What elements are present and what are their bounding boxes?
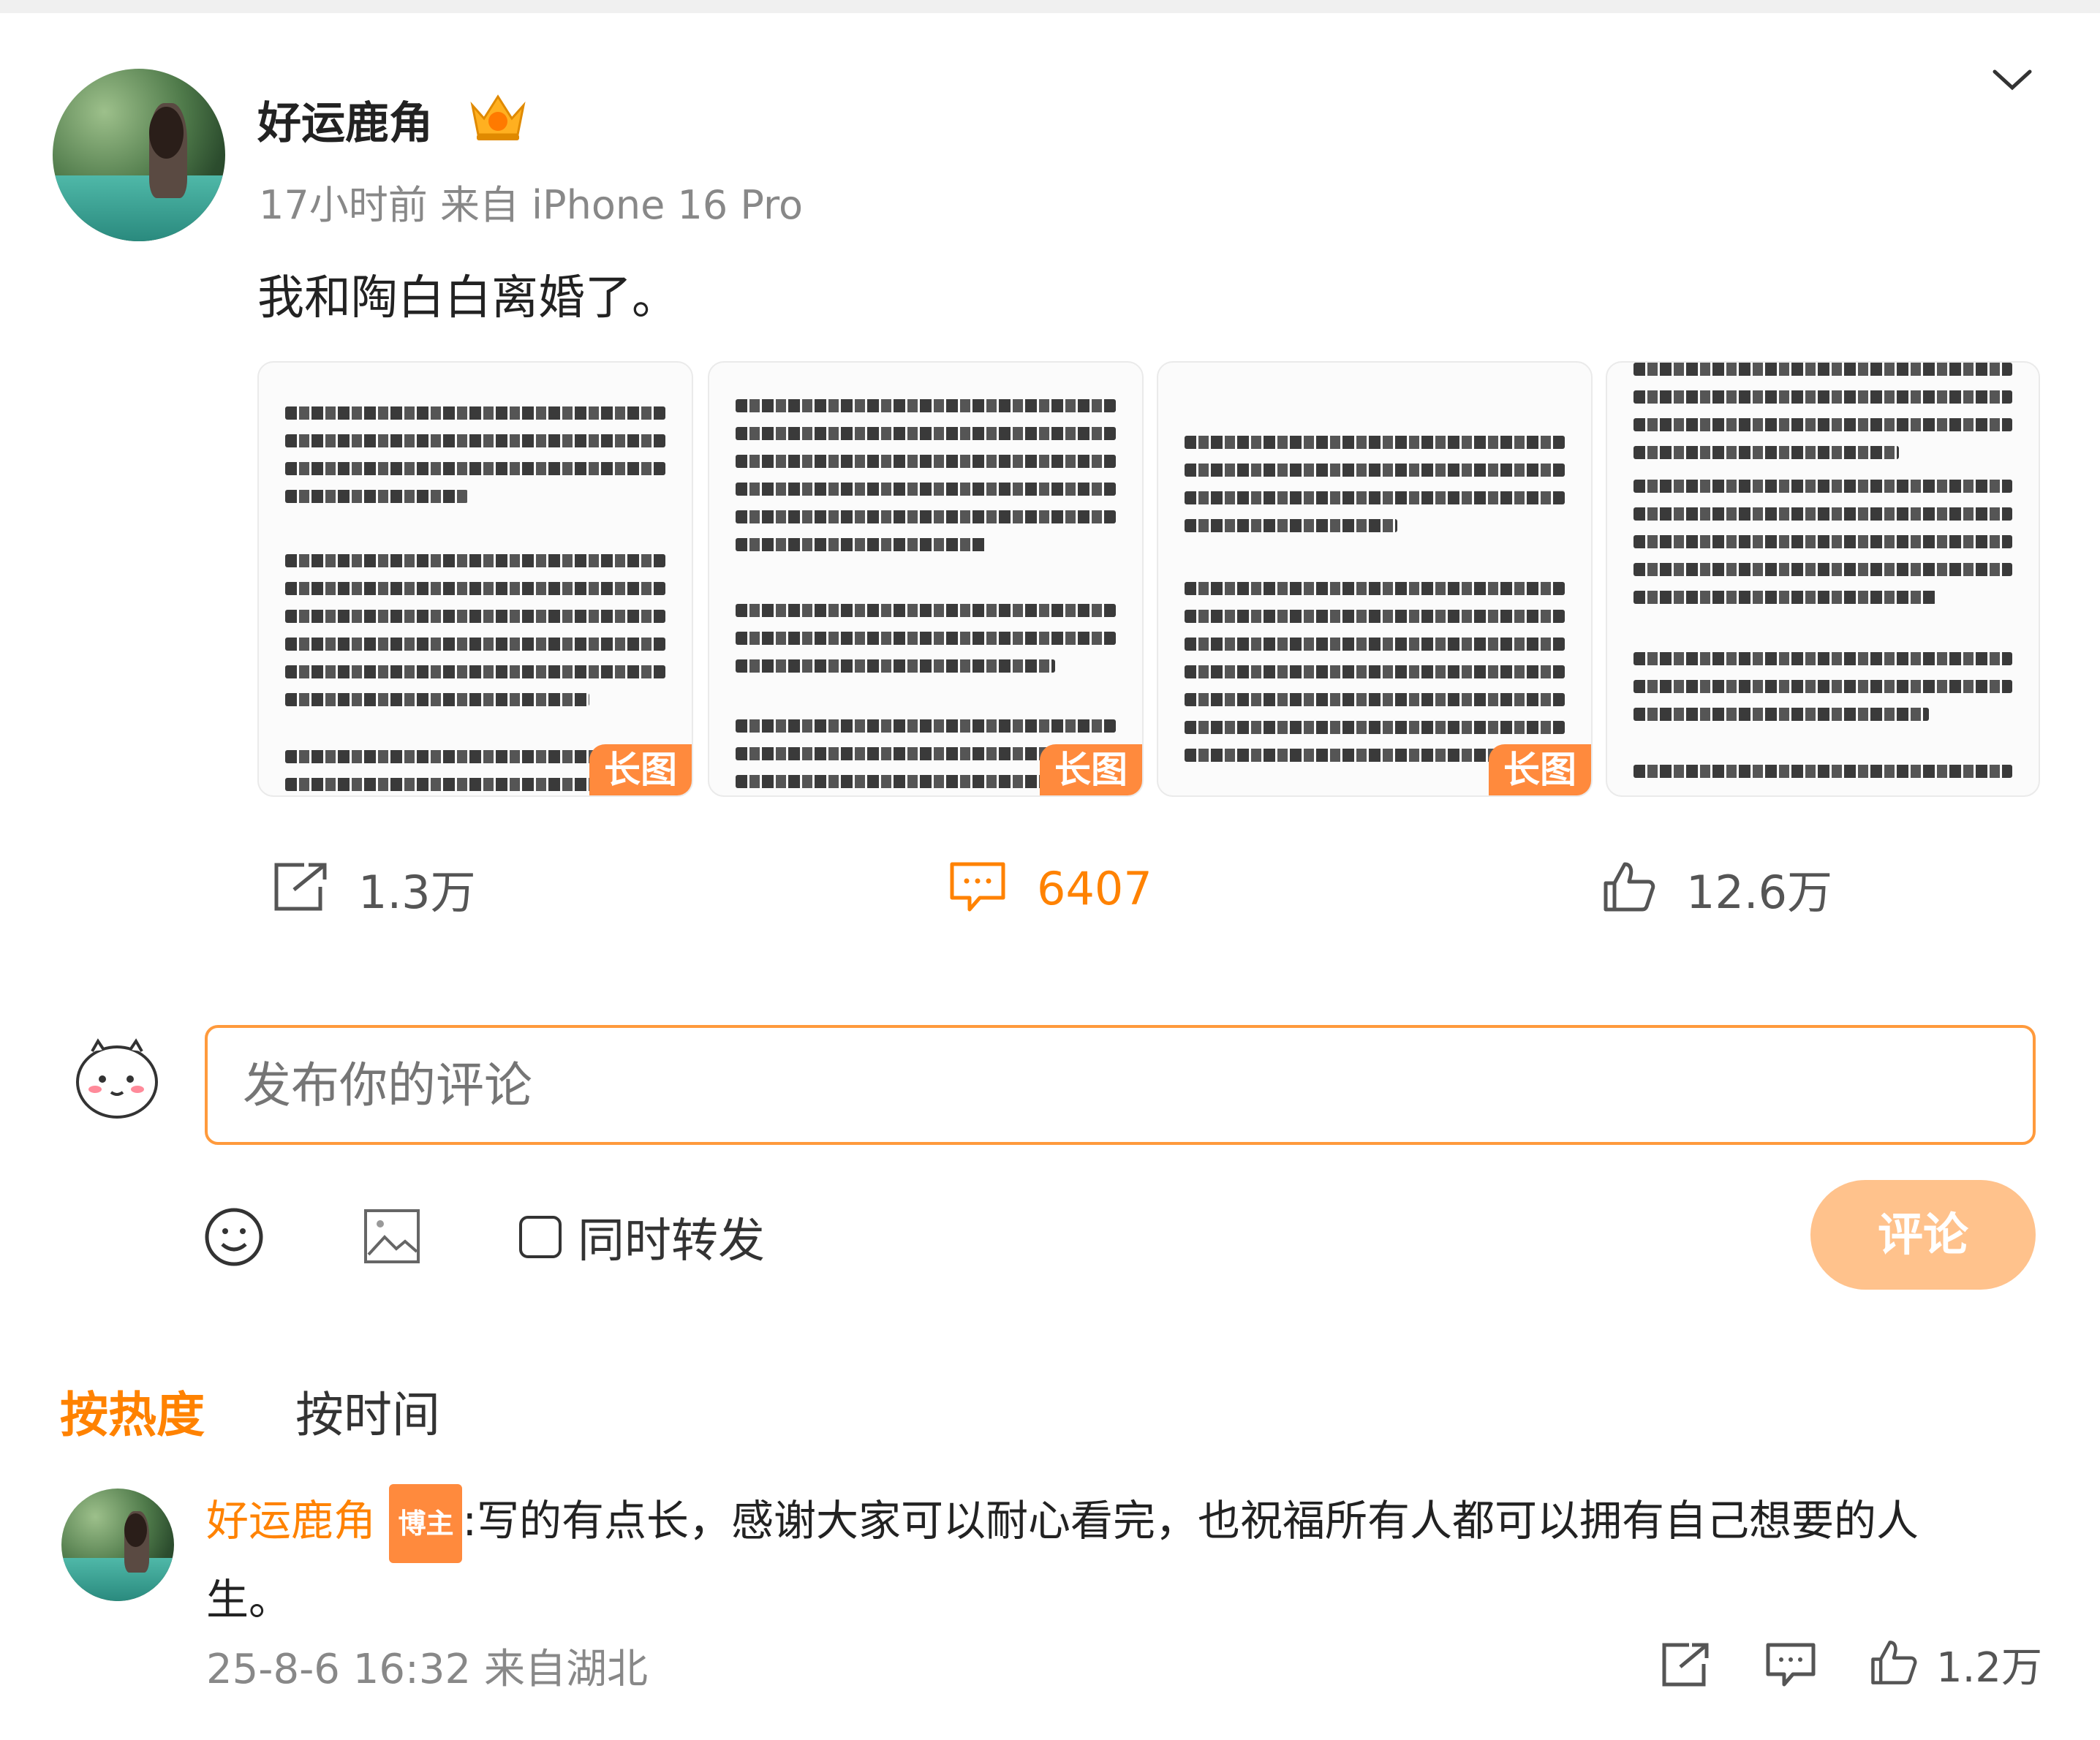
tab-sort-time[interactable]: 按时间 <box>295 1376 440 1446</box>
thumbs-up-icon <box>1869 1638 1919 1690</box>
tab-sort-hot[interactable]: 按热度 <box>60 1376 205 1446</box>
comment-repost-icon[interactable] <box>1660 1641 1712 1689</box>
thumbs-up-icon <box>1601 860 1657 917</box>
post-image-4[interactable] <box>1606 361 2040 797</box>
submit-comment-button[interactable]: 评论 <box>1810 1180 2036 1290</box>
comment-date: 25-8-6 16:32 <box>206 1646 472 1693</box>
post-image-2[interactable]: 长图 <box>708 361 1144 797</box>
like-button[interactable]: 12.6万 <box>1601 855 1832 921</box>
repost-count: 1.3万 <box>358 866 476 919</box>
comment-line-1: 好运鹿角 博主:写的有点长，感谢大家可以耐心看完，也祝福所有人都可以拥有自己想要… <box>206 1484 1990 1563</box>
comment-input[interactable] <box>205 1025 2036 1145</box>
post-time: 17小时前 <box>259 182 428 228</box>
checkbox-square[interactable] <box>519 1216 562 1258</box>
comment-item: 好运鹿角 博主:写的有点长，感谢大家可以耐心看完，也祝福所有人都可以拥有自己想要… <box>206 1484 1990 1636</box>
image-upload-icon[interactable] <box>363 1208 421 1265</box>
long-image-badge: 长图 <box>1040 744 1142 795</box>
comment-like-count: 1.2万 <box>1936 1643 2043 1692</box>
post-text: 我和陶白白离婚了。 <box>257 271 679 325</box>
repost-checkbox[interactable]: 同时转发 <box>519 1202 765 1272</box>
post-image-3[interactable]: 长图 <box>1157 361 1593 797</box>
repost-icon <box>272 860 331 916</box>
comment-meta: 25-8-6 16:32 来自湖北 <box>206 1636 648 1695</box>
commenter-avatar[interactable] <box>61 1489 174 1601</box>
like-count: 12.6万 <box>1686 866 1833 919</box>
repost-checkbox-label: 同时转发 <box>578 1214 765 1268</box>
vip-crown-icon <box>467 89 529 143</box>
comment-count: 6407 <box>1037 861 1152 915</box>
emoji-icon[interactable] <box>203 1206 265 1268</box>
long-image-badge: 长图 <box>589 744 692 795</box>
comment-reply-icon[interactable] <box>1764 1641 1818 1689</box>
post-author-avatar[interactable] <box>53 69 225 241</box>
comment-icon <box>948 860 1008 917</box>
post-image-1[interactable]: 长图 <box>257 361 693 797</box>
commenter-name[interactable]: 好运鹿角 <box>206 1496 376 1546</box>
long-image-badge: 长图 <box>1489 744 1591 795</box>
comment-like-button[interactable]: 1.2万 <box>1869 1635 2042 1693</box>
post-meta: 17小时前 来自 iPhone 16 Pro <box>259 173 803 230</box>
top-bar <box>0 0 2100 13</box>
comment-text-part-1: :写的有点长，感谢大家可以耐心看完，也祝福所有人都可以拥有自己想要的人 <box>462 1496 1919 1546</box>
chevron-down-icon[interactable] <box>1990 66 2034 95</box>
comment-text-part-2: 生。 <box>206 1575 292 1624</box>
repost-button[interactable]: 1.3万 <box>272 855 476 921</box>
author-tag: 博主 <box>389 1484 463 1563</box>
comment-button[interactable]: 6407 <box>948 855 1152 921</box>
post-source: 来自 iPhone 16 Pro <box>439 182 804 228</box>
post-author-name[interactable]: 好运鹿角 <box>257 88 433 151</box>
current-user-avatar <box>70 1031 164 1124</box>
comment-location: 来自湖北 <box>483 1646 648 1693</box>
